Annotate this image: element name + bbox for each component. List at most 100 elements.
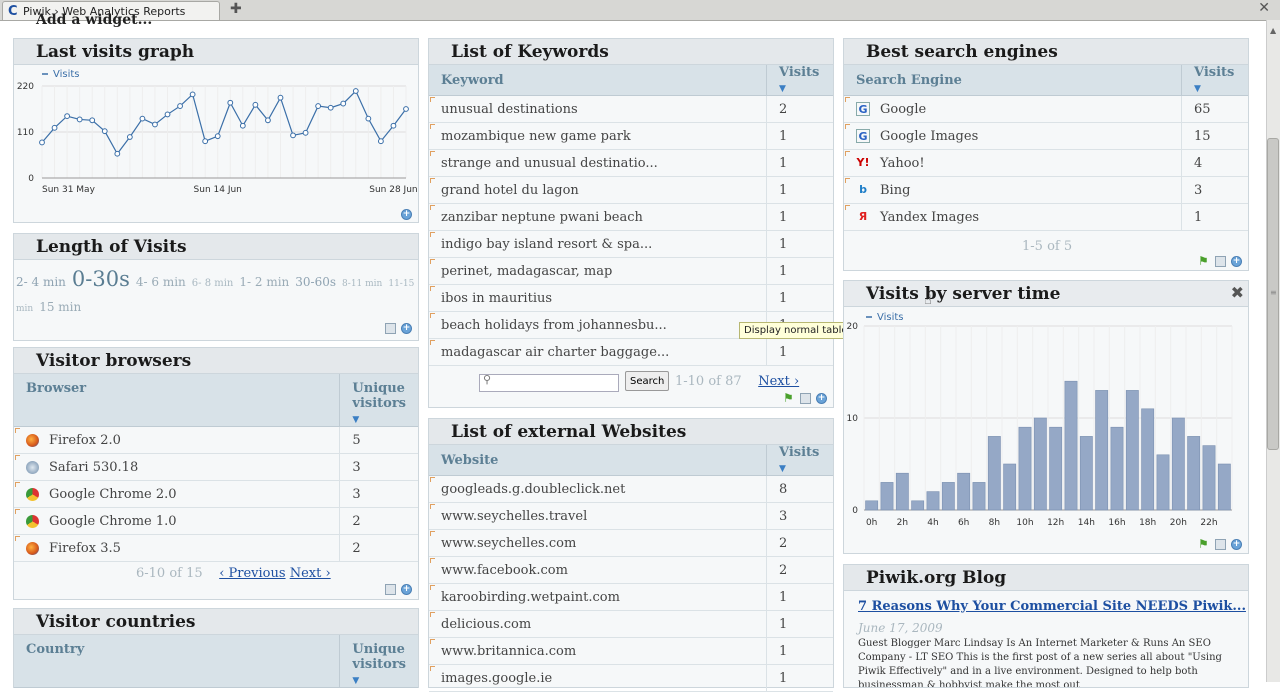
bar-23h[interactable]: [1217, 463, 1231, 511]
bar-22h[interactable]: [1202, 445, 1216, 511]
table-row[interactable]: indigo bay island resort & spa... 1: [429, 230, 833, 258]
plus-circle-icon[interactable]: +: [816, 393, 827, 404]
table-row[interactable]: Google Chrome 1.0 2: [14, 507, 418, 535]
data-point[interactable]: [265, 117, 271, 124]
bar-12h[interactable]: [1049, 426, 1063, 511]
plus-circle-icon[interactable]: +: [401, 323, 412, 334]
table-view-icon[interactable]: [1215, 539, 1226, 550]
bar-5h[interactable]: [941, 482, 955, 511]
bar-13h[interactable]: [1064, 380, 1078, 511]
column-header-visits[interactable]: Visits ▼: [766, 65, 833, 96]
column-header-keyword[interactable]: Keyword: [429, 65, 767, 96]
data-point[interactable]: [164, 111, 171, 118]
data-point[interactable]: [152, 121, 158, 128]
table-row[interactable]: b Bing 3: [844, 176, 1248, 204]
data-point[interactable]: [290, 132, 296, 139]
data-point[interactable]: [327, 104, 334, 111]
table-row[interactable]: Google Chrome 2.0 3: [14, 480, 418, 508]
widget-title[interactable]: Piwik.org Blog: [844, 565, 1248, 591]
plus-circle-icon[interactable]: +: [1231, 256, 1242, 267]
widget-title[interactable]: Best search engines: [844, 39, 1248, 65]
flag-icon[interactable]: ⚑: [783, 392, 795, 404]
bar-14h[interactable]: [1079, 436, 1093, 511]
data-point[interactable]: [390, 122, 397, 129]
table-row[interactable]: ibos in mauritius 1: [429, 284, 833, 312]
new-tab-plus-icon[interactable]: ✚: [230, 1, 242, 17]
table-row[interactable]: zanzibar neptune pwani beach 1: [429, 203, 833, 231]
table-row[interactable]: G Google Images 15: [844, 122, 1248, 150]
bar-16h[interactable]: [1110, 426, 1124, 511]
next-page-link[interactable]: Next ›: [758, 374, 799, 389]
previous-page-link[interactable]: ‹ Previous: [219, 566, 285, 581]
column-header-country[interactable]: Country: [14, 635, 340, 688]
table-row[interactable]: www.britannica.com 1: [429, 637, 833, 665]
table-row[interactable]: Firefox 3.5 2: [14, 534, 418, 562]
table-row[interactable]: Y! Yahoo! 4: [844, 149, 1248, 177]
column-header-unique-visitors[interactable]: Unique visitors ▼: [339, 635, 418, 688]
column-header-website[interactable]: Website: [429, 445, 767, 476]
bar-1h[interactable]: [880, 482, 894, 511]
length-of-visits-tag[interactable]: 30-60s: [295, 275, 336, 289]
widget-title[interactable]: Visitor countries: [14, 609, 418, 635]
table-row[interactable]: strange and unusual destinatio... 1: [429, 149, 833, 177]
widget-title[interactable]: Length of Visits: [14, 234, 418, 260]
column-header-visits[interactable]: Visits ▼: [1181, 65, 1248, 96]
search-button[interactable]: Search: [625, 371, 670, 392]
table-row[interactable]: www.seychelles.com 2: [429, 529, 833, 557]
data-point[interactable]: [126, 134, 133, 140]
data-point[interactable]: [377, 138, 384, 145]
close-window-icon[interactable]: ✕: [1258, 0, 1270, 16]
length-of-visits-tag[interactable]: 15 min: [39, 300, 81, 314]
table-row[interactable]: mozambique new game park 1: [429, 122, 833, 150]
widget-title[interactable]: Last visits graph: [14, 39, 418, 65]
widget-title[interactable]: List of Keywords: [429, 39, 833, 65]
length-of-visits-tag[interactable]: 0-30s: [72, 267, 130, 291]
bar-20h[interactable]: [1171, 417, 1185, 511]
table-row[interactable]: Я Yandex Images 1: [844, 203, 1248, 231]
data-point[interactable]: [315, 103, 322, 109]
data-point[interactable]: [64, 113, 71, 120]
widget-title[interactable]: Visitor browsers: [14, 348, 418, 374]
data-point[interactable]: [139, 115, 146, 122]
bar-17h[interactable]: [1125, 390, 1139, 511]
bar-7h[interactable]: [972, 482, 986, 511]
column-header-unique-visitors[interactable]: Unique visitors ▼: [339, 374, 418, 427]
column-header-browser[interactable]: Browser: [14, 374, 340, 427]
table-row[interactable]: www.seychelles.travel 3: [429, 502, 833, 530]
table-row[interactable]: grand hotel du lagon 1: [429, 176, 833, 204]
bar-18h[interactable]: [1141, 408, 1155, 511]
data-point[interactable]: [51, 124, 58, 131]
data-point[interactable]: [76, 116, 83, 123]
close-widget-icon[interactable]: ✖: [1231, 283, 1244, 302]
column-header-visits[interactable]: Visits ▼: [766, 445, 833, 476]
bar-15h[interactable]: [1095, 390, 1109, 511]
plus-circle-icon[interactable]: +: [401, 584, 412, 595]
column-header-search-engine[interactable]: Search Engine: [844, 65, 1182, 96]
data-point[interactable]: [114, 150, 121, 157]
table-view-icon[interactable]: [1215, 256, 1226, 267]
bar-6h[interactable]: [957, 472, 971, 511]
table-view-icon[interactable]: [385, 584, 396, 595]
widget-title[interactable]: Visits by server time: [844, 281, 1248, 307]
bar-10h[interactable]: [1018, 426, 1032, 511]
plus-circle-icon[interactable]: +: [1231, 539, 1242, 550]
bar-9h[interactable]: [1003, 463, 1017, 511]
bar-0h[interactable]: [865, 500, 879, 511]
data-point[interactable]: [89, 117, 96, 124]
bar-4h[interactable]: [926, 491, 940, 511]
table-row[interactable]: www.facebook.com 2: [429, 556, 833, 584]
plus-circle-icon[interactable]: +: [401, 209, 412, 220]
data-point[interactable]: [252, 101, 259, 108]
length-of-visits-tag[interactable]: 1- 2 min: [239, 275, 289, 289]
data-point[interactable]: [101, 128, 108, 135]
data-point[interactable]: [39, 139, 45, 146]
bar-2h[interactable]: [895, 472, 909, 511]
data-point[interactable]: [403, 106, 409, 112]
data-point[interactable]: [239, 122, 246, 129]
search-input[interactable]: [479, 373, 619, 392]
data-point[interactable]: [202, 138, 209, 145]
data-point[interactable]: [352, 88, 359, 94]
table-row[interactable]: G Google 65: [844, 95, 1248, 123]
length-of-visits-tag[interactable]: 6- 8 min: [192, 278, 234, 289]
table-row[interactable]: googleads.g.doubleclick.net 8: [429, 475, 833, 503]
